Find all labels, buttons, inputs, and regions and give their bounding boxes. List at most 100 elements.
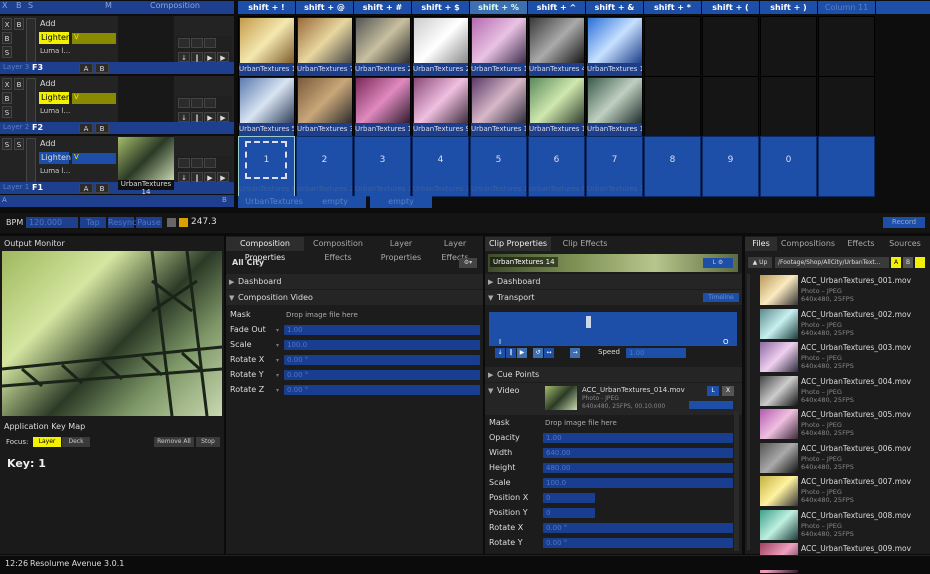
param-dropdown-icon[interactable]: ▾ <box>276 342 279 349</box>
layer1-clip-slot[interactable]: 1 UrbanTextures 8 <box>238 136 295 197</box>
column-header[interactable]: shift + # <box>354 1 411 14</box>
param-slider[interactable]: 0.00 ° <box>284 355 480 365</box>
layer-solo-button[interactable] <box>26 78 36 126</box>
layer1-clip-slot[interactable]: 8 <box>644 136 701 197</box>
layer-transport-icon[interactable] <box>178 98 190 108</box>
empty-clip-slot[interactable] <box>702 16 759 77</box>
file-item[interactable]: ACC_UrbanTextures_003.mov Photo – JPEG 640… <box>759 341 927 373</box>
clip-slot[interactable]: UrbanTextures 7 <box>296 16 353 77</box>
video-remove-button[interactable]: X <box>722 386 734 396</box>
clip-param-slider[interactable]: 0.00 ° <box>543 538 733 548</box>
timeline-playhead[interactable] <box>586 316 591 328</box>
layer-transport-icon[interactable] <box>178 158 190 168</box>
deck-clip[interactable]: empty <box>304 196 366 208</box>
browser-b-button[interactable]: B <box>903 257 913 268</box>
clip-param-slider[interactable]: 1.00 <box>543 433 733 443</box>
layer1-clip-slot[interactable]: 7 UrbanTextures 18 <box>586 136 643 197</box>
clip-param-slider[interactable]: 480.00 <box>543 463 733 473</box>
timeline-dropdown[interactable]: Timeline <box>703 293 739 302</box>
focus-deck-button[interactable]: Deck <box>62 437 90 447</box>
layer-bypass-button[interactable]: S <box>14 138 24 150</box>
random-icon[interactable]: → <box>570 348 580 358</box>
column-header[interactable]: shift + $ <box>412 1 469 14</box>
composition-settings-button[interactable]: ⚙▾ <box>459 258 477 268</box>
deck-strip-b[interactable]: B <box>222 196 232 206</box>
clip-slot[interactable]: UrbanTextures 3 <box>296 76 353 137</box>
deck-clip[interactable]: UrbanTextures <box>238 196 310 208</box>
file-scrollbar[interactable] <box>747 274 750 550</box>
layer1-clip-slot[interactable]: 4 UrbanTextures 24 <box>412 136 469 197</box>
layer-play-icon[interactable]: ▶ <box>217 172 229 182</box>
layer-transport-icon[interactable] <box>191 158 203 168</box>
video-channel-buttons[interactable] <box>689 401 733 409</box>
tab-compositions[interactable]: Compositions <box>779 237 837 251</box>
file-item[interactable]: ACC_UrbanTextures_006.mov Photo – JPEG 640… <box>759 442 927 474</box>
clip-slot[interactable]: UrbanTextures 15 <box>586 76 643 137</box>
clip-param-slider[interactable]: 0.00 ° <box>543 523 733 533</box>
column-header[interactable]: shift + * <box>644 1 701 14</box>
layer-transport-icon[interactable] <box>178 38 190 48</box>
layer-play-icon[interactable]: ▶ <box>217 52 229 62</box>
layer1-clip-slot[interactable]: 9 <box>702 136 759 197</box>
clip-slot[interactable]: UrbanTextures 20 <box>354 16 411 77</box>
clip-dashboard-section[interactable]: Dashboard <box>485 274 742 289</box>
layer-transport-icon[interactable] <box>204 98 216 108</box>
speed-slider[interactable]: 1.00 <box>626 348 686 358</box>
param-dropdown-icon[interactable]: ▾ <box>276 387 279 394</box>
column-header[interactable]: shift + ! <box>238 1 295 14</box>
record-button[interactable]: Record <box>883 217 925 228</box>
layer-a-button[interactable]: A <box>79 183 93 193</box>
blend-mode-dropdown[interactable]: Lighten <box>39 32 71 44</box>
clip-param-slider[interactable]: 0 <box>543 508 595 518</box>
param-dropdown-icon[interactable]: ▾ <box>276 357 279 364</box>
layer-transport-icon[interactable] <box>204 158 216 168</box>
bpm-field[interactable]: 120.000 <box>26 217 78 228</box>
layer-toggle-button[interactable]: B <box>2 92 12 104</box>
remove-all-button[interactable]: Remove All <box>154 437 194 447</box>
composition-video-section[interactable]: Composition Video <box>226 290 483 305</box>
column-header[interactable]: shift + @ <box>296 1 353 14</box>
layer-play-icon[interactable]: ↓ <box>178 172 190 182</box>
empty-clip-slot[interactable] <box>818 16 875 77</box>
column-header[interactable]: shift + ( <box>702 1 759 14</box>
column-header[interactable]: Column 11 <box>818 1 875 14</box>
layer-bypass-button[interactable]: B <box>14 78 24 90</box>
clip-slot[interactable]: UrbanTextures 4 <box>528 16 585 77</box>
param-slider[interactable]: 1.00 <box>284 325 480 335</box>
browser-a-button[interactable]: A <box>891 257 901 268</box>
layer-a-button[interactable]: A <box>79 123 93 133</box>
layer-play-icon[interactable]: ↓ <box>178 112 190 122</box>
column-header[interactable]: shift + & <box>586 1 643 14</box>
composition-dashboard-section[interactable]: Dashboard <box>226 274 483 289</box>
column-header[interactable]: shift + % <box>470 1 527 14</box>
param-slider[interactable]: 0.00 ° <box>284 385 480 395</box>
deck-clip[interactable]: empty <box>370 196 432 208</box>
clip-param-slider[interactable]: 640.00 <box>543 448 733 458</box>
layer-a-button[interactable]: A <box>79 63 93 73</box>
layer-play-icon[interactable]: ▶ <box>204 172 216 182</box>
transport-timeline[interactable] <box>489 312 737 346</box>
out-point-label[interactable]: O <box>723 338 729 346</box>
layer-b-button[interactable]: B <box>95 183 109 193</box>
layer1-clip-slot[interactable] <box>818 136 875 197</box>
layer-toggle-button[interactable]: S <box>2 106 12 118</box>
layer-solo-button[interactable] <box>26 18 36 66</box>
layer1-clip-slot[interactable]: 6 UrbanTextures 6 <box>528 136 585 197</box>
layer-toggle-button[interactable]: S <box>2 46 12 58</box>
clip-slot[interactable]: UrbanTextures 13 <box>354 76 411 137</box>
loop-icon[interactable]: ↺ <box>533 348 543 358</box>
layer-play-icon[interactable]: ▶ <box>204 112 216 122</box>
tab-sources[interactable]: Sources <box>885 237 925 251</box>
cue-points-section[interactable]: Cue Points <box>485 367 742 382</box>
up-button[interactable]: ▲ Up <box>748 257 772 268</box>
empty-clip-slot[interactable] <box>760 16 817 77</box>
clip-slot[interactable]: UrbanTextures 12 <box>238 16 295 77</box>
clip-settings-button[interactable]: L ⚙ <box>703 258 733 268</box>
clip-scrollbar[interactable] <box>734 411 739 551</box>
layer-play-icon[interactable]: ‖ <box>191 172 203 182</box>
clip-param-slider[interactable]: 100.0 <box>543 478 733 488</box>
clip-slot[interactable]: UrbanTextures 16 <box>470 16 527 77</box>
layer1-clip-slot[interactable]: 5 UrbanTextures 14 <box>470 136 527 197</box>
clip-slot[interactable]: UrbanTextures 17 <box>586 16 643 77</box>
stop-button[interactable]: Stop <box>196 437 220 447</box>
